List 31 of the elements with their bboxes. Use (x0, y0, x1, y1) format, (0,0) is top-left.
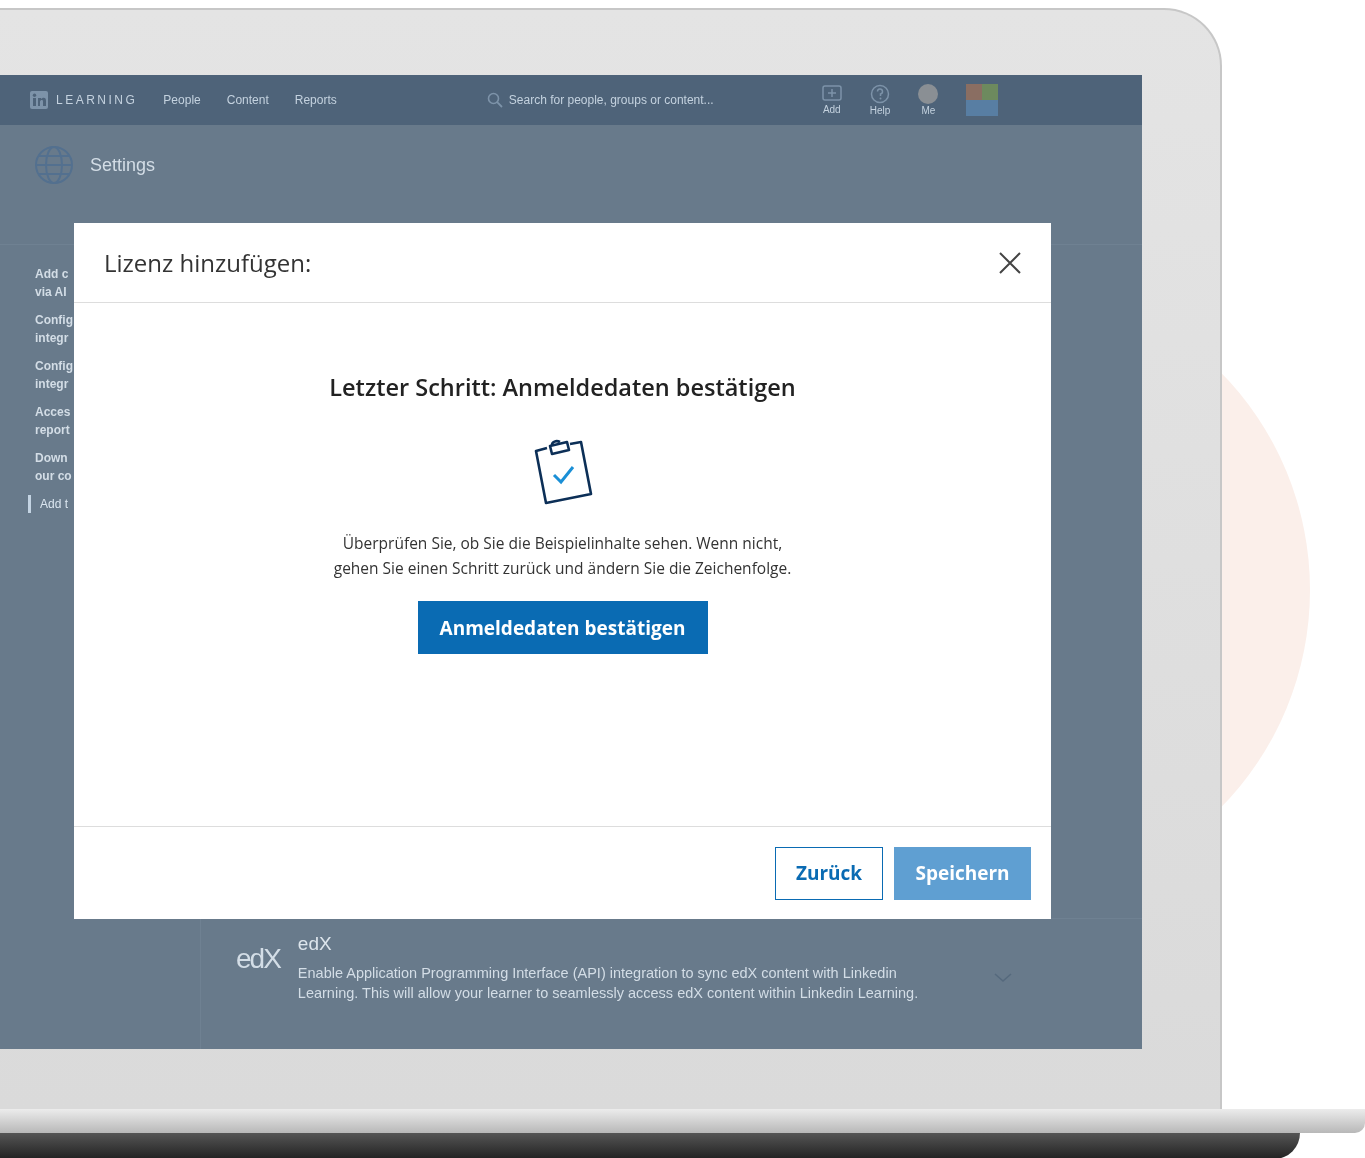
action-label: Add (822, 104, 841, 115)
edx-logo: edX (236, 943, 280, 975)
sidebar-item[interactable]: Add c via AI (35, 265, 69, 301)
logo-text: LEARNING (56, 93, 138, 107)
help-icon (870, 84, 891, 104)
nav-link[interactable]: Content (226, 93, 269, 107)
close-icon[interactable] (999, 251, 1021, 274)
step-heading: Letzter Schritt: Anmeldedaten bestätigen (329, 371, 796, 403)
confirm-credentials-button[interactable]: Anmeldedaten bestätigen (417, 601, 708, 654)
avatar (918, 84, 939, 104)
sidebar-item[interactable]: Config integr (35, 357, 73, 393)
integration-name: edX (297, 933, 333, 955)
nav-link[interactable]: People (163, 93, 201, 107)
logo-icon (30, 91, 48, 109)
sidebar-item[interactable]: Config integr (35, 311, 73, 347)
page-title: Settings (90, 154, 156, 176)
nav-link[interactable]: Reports (294, 93, 337, 107)
search-field[interactable]: Search for people, groups or content... (486, 92, 767, 108)
instruction-text: Überprüfen Sie, ob Sie die Beispielinhalte sehen. Wenn nicht, gehen Sie einen Schritt zurück und ändern Sie die Zeichenfolge. (332, 531, 793, 581)
action-label: Help (869, 105, 891, 116)
sidebar-item[interactable]: Add t (28, 495, 69, 513)
action-label: Me (921, 105, 936, 116)
plus-box-icon (821, 85, 842, 103)
sidebar-item[interactable]: Acces report (35, 403, 71, 439)
dialog-title: Lizenz hinzufügen: (104, 246, 312, 279)
clipboard-check-icon (532, 439, 593, 507)
search-icon (486, 92, 503, 108)
sidebar-item[interactable]: Down our co (35, 449, 72, 485)
apps-grid-icon[interactable] (966, 84, 999, 116)
back-button[interactable]: Zurück (775, 846, 883, 900)
integration-description: Enable Application Programming Interface (API) integration to sync edX content with Linkedin Learning. This will allow your learner to seamlessly access edX content within Linkedin Learning. (297, 964, 920, 1003)
